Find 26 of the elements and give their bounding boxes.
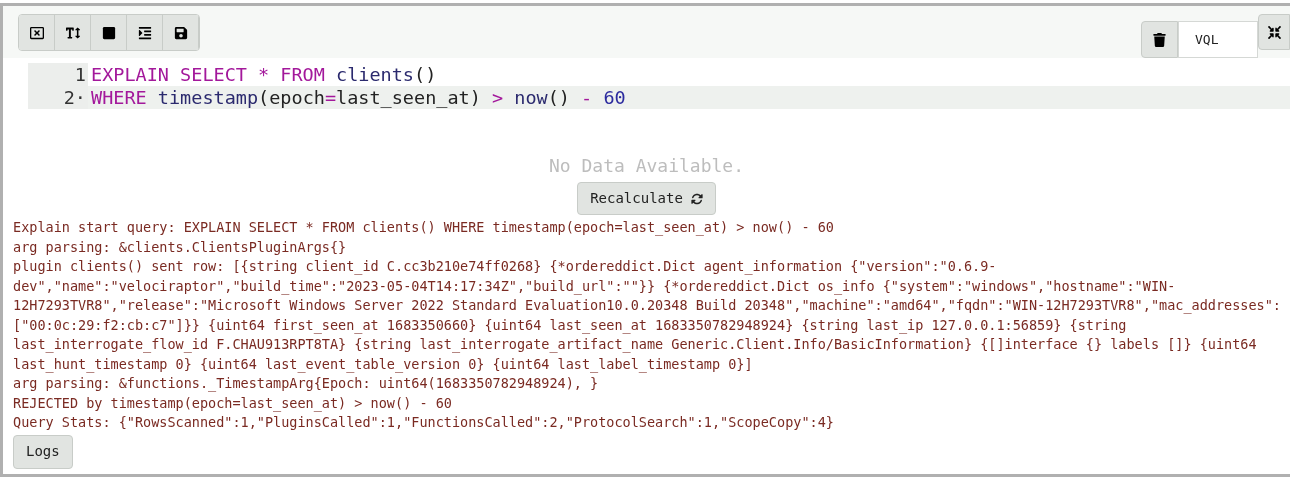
- log-line: Explain start query: EXPLAIN SELECT * FROM clients() WHERE timestamp(epoch=last_seen_at) > now() - 60: [13, 218, 835, 238]
- collapse-button[interactable]: [1258, 14, 1290, 50]
- save-icon: [173, 25, 188, 40]
- refresh-icon: [690, 192, 703, 205]
- recalculate-button[interactable]: Recalculate: [577, 182, 716, 215]
- delete-button[interactable]: [1141, 21, 1178, 58]
- language-select[interactable]: VQL: [1178, 21, 1258, 58]
- code-text: WHERE timestamp(epoch=last_seen_at) > now() - 60: [90, 86, 626, 109]
- code-text: EXPLAIN SELECT * FROM clients(): [90, 63, 437, 86]
- indent-icon: [137, 25, 152, 40]
- save-button[interactable]: [163, 15, 199, 50]
- log-line: REJECTED by timestamp(epoch=last_seen_at) > now() - 60: [13, 393, 453, 413]
- logs-button[interactable]: Logs: [13, 434, 73, 469]
- text-height-icon: [65, 25, 80, 40]
- stop-button[interactable]: [91, 15, 127, 50]
- line-number: 1: [28, 63, 88, 86]
- close-icon: [29, 25, 44, 40]
- trash-icon: [1153, 32, 1166, 47]
- log-line: Query Stats: {"RowsScanned":1,"PluginsCalled":1,"FunctionsCalled":2,"ProtocolSearch":1,"ScopeCopy":4}: [13, 413, 835, 432]
- empty-message: No Data Available.: [548, 154, 745, 178]
- compress-icon: [1267, 25, 1281, 39]
- log-line: arg parsing: &functions._TimestampArg{Epoch: uint64(1683350782948924), }: [13, 374, 600, 394]
- close-button[interactable]: [19, 15, 55, 50]
- indent-button[interactable]: [127, 15, 163, 50]
- font-size-button[interactable]: [55, 15, 91, 50]
- log-line: arg parsing: &clients.ClientsPluginArgs{}: [13, 237, 348, 257]
